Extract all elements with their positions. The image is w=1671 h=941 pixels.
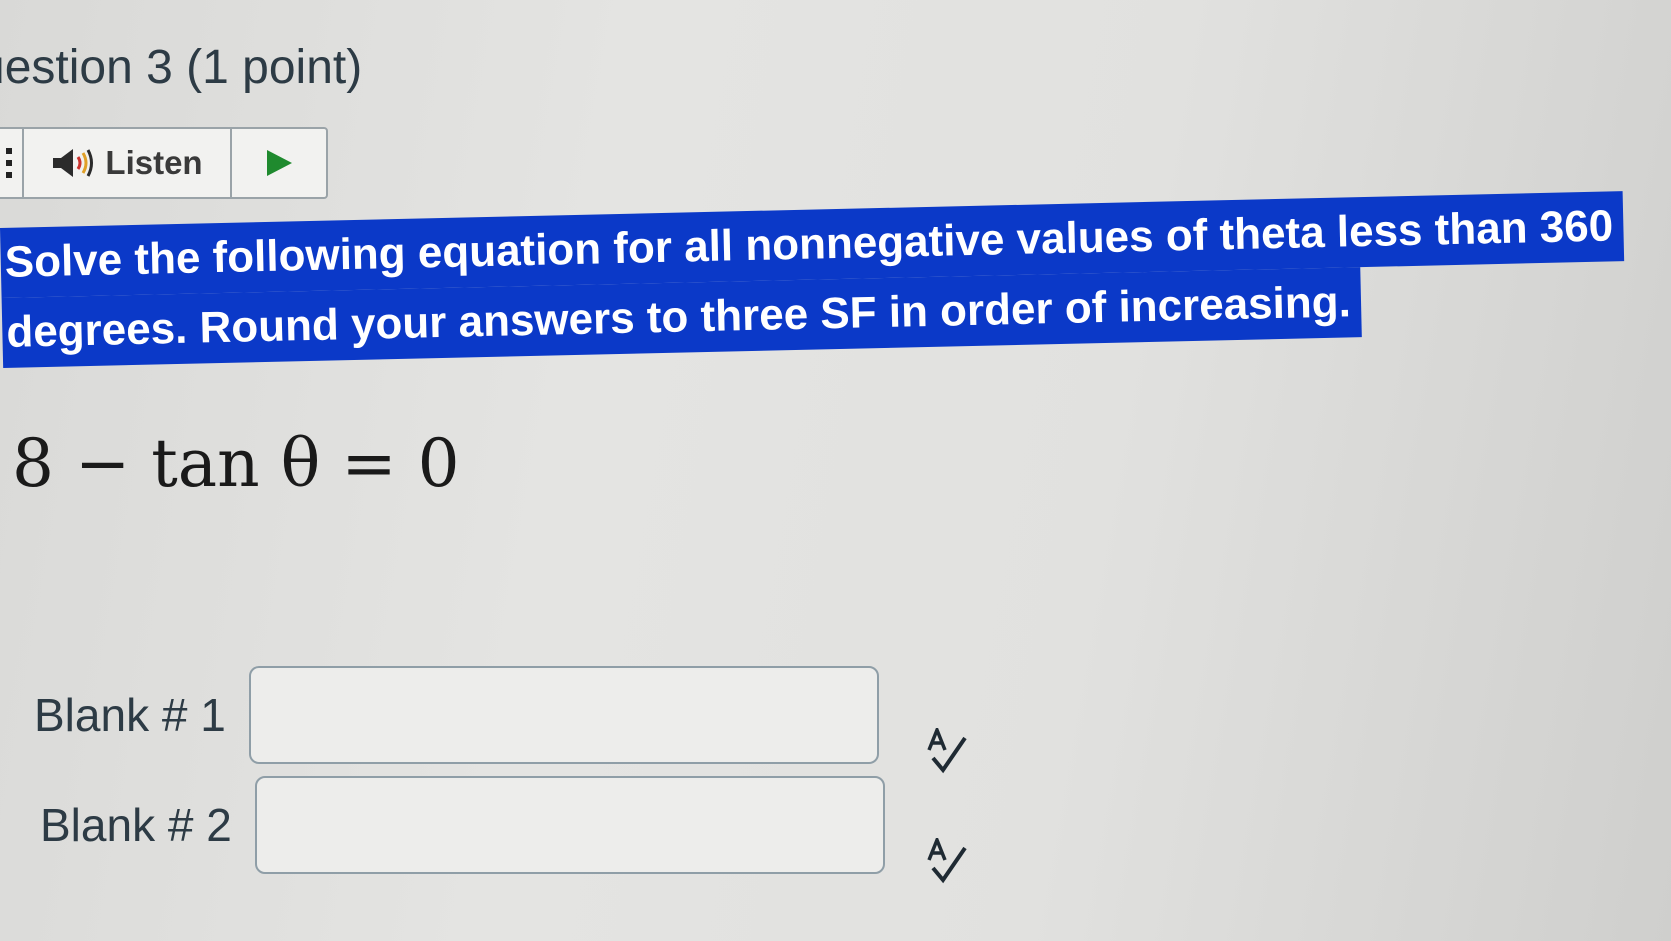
quiz-page: uestion 3 (1 point) Listen Solve the fol… [0,0,1671,941]
blank-label-2: Blank # 2 [40,799,232,851]
listen-button[interactable]: Listen [24,129,232,197]
equation: 8 − tan θ = 0 [12,425,460,502]
question-prompt: Solve the following equation for all non… [0,191,1626,368]
spellcheck-icon[interactable] [925,838,969,884]
spellcheck-icon[interactable] [925,728,969,774]
options-menu-button[interactable] [0,129,24,197]
listen-toolbar: Listen [0,127,328,199]
play-icon [267,150,292,176]
listen-label: Listen [105,144,203,181]
play-button[interactable] [232,129,326,197]
blank-row-1: Blank # 1 [34,666,879,764]
question-title: uestion 3 (1 point) [0,41,363,94]
blank-input-1[interactable] [249,666,879,764]
blank-input-2[interactable] [255,776,885,874]
blank-label-1: Blank # 1 [34,689,226,741]
blank-row-2: Blank # 2 [40,776,885,874]
speaker-icon [53,149,94,177]
kebab-icon [6,148,12,178]
